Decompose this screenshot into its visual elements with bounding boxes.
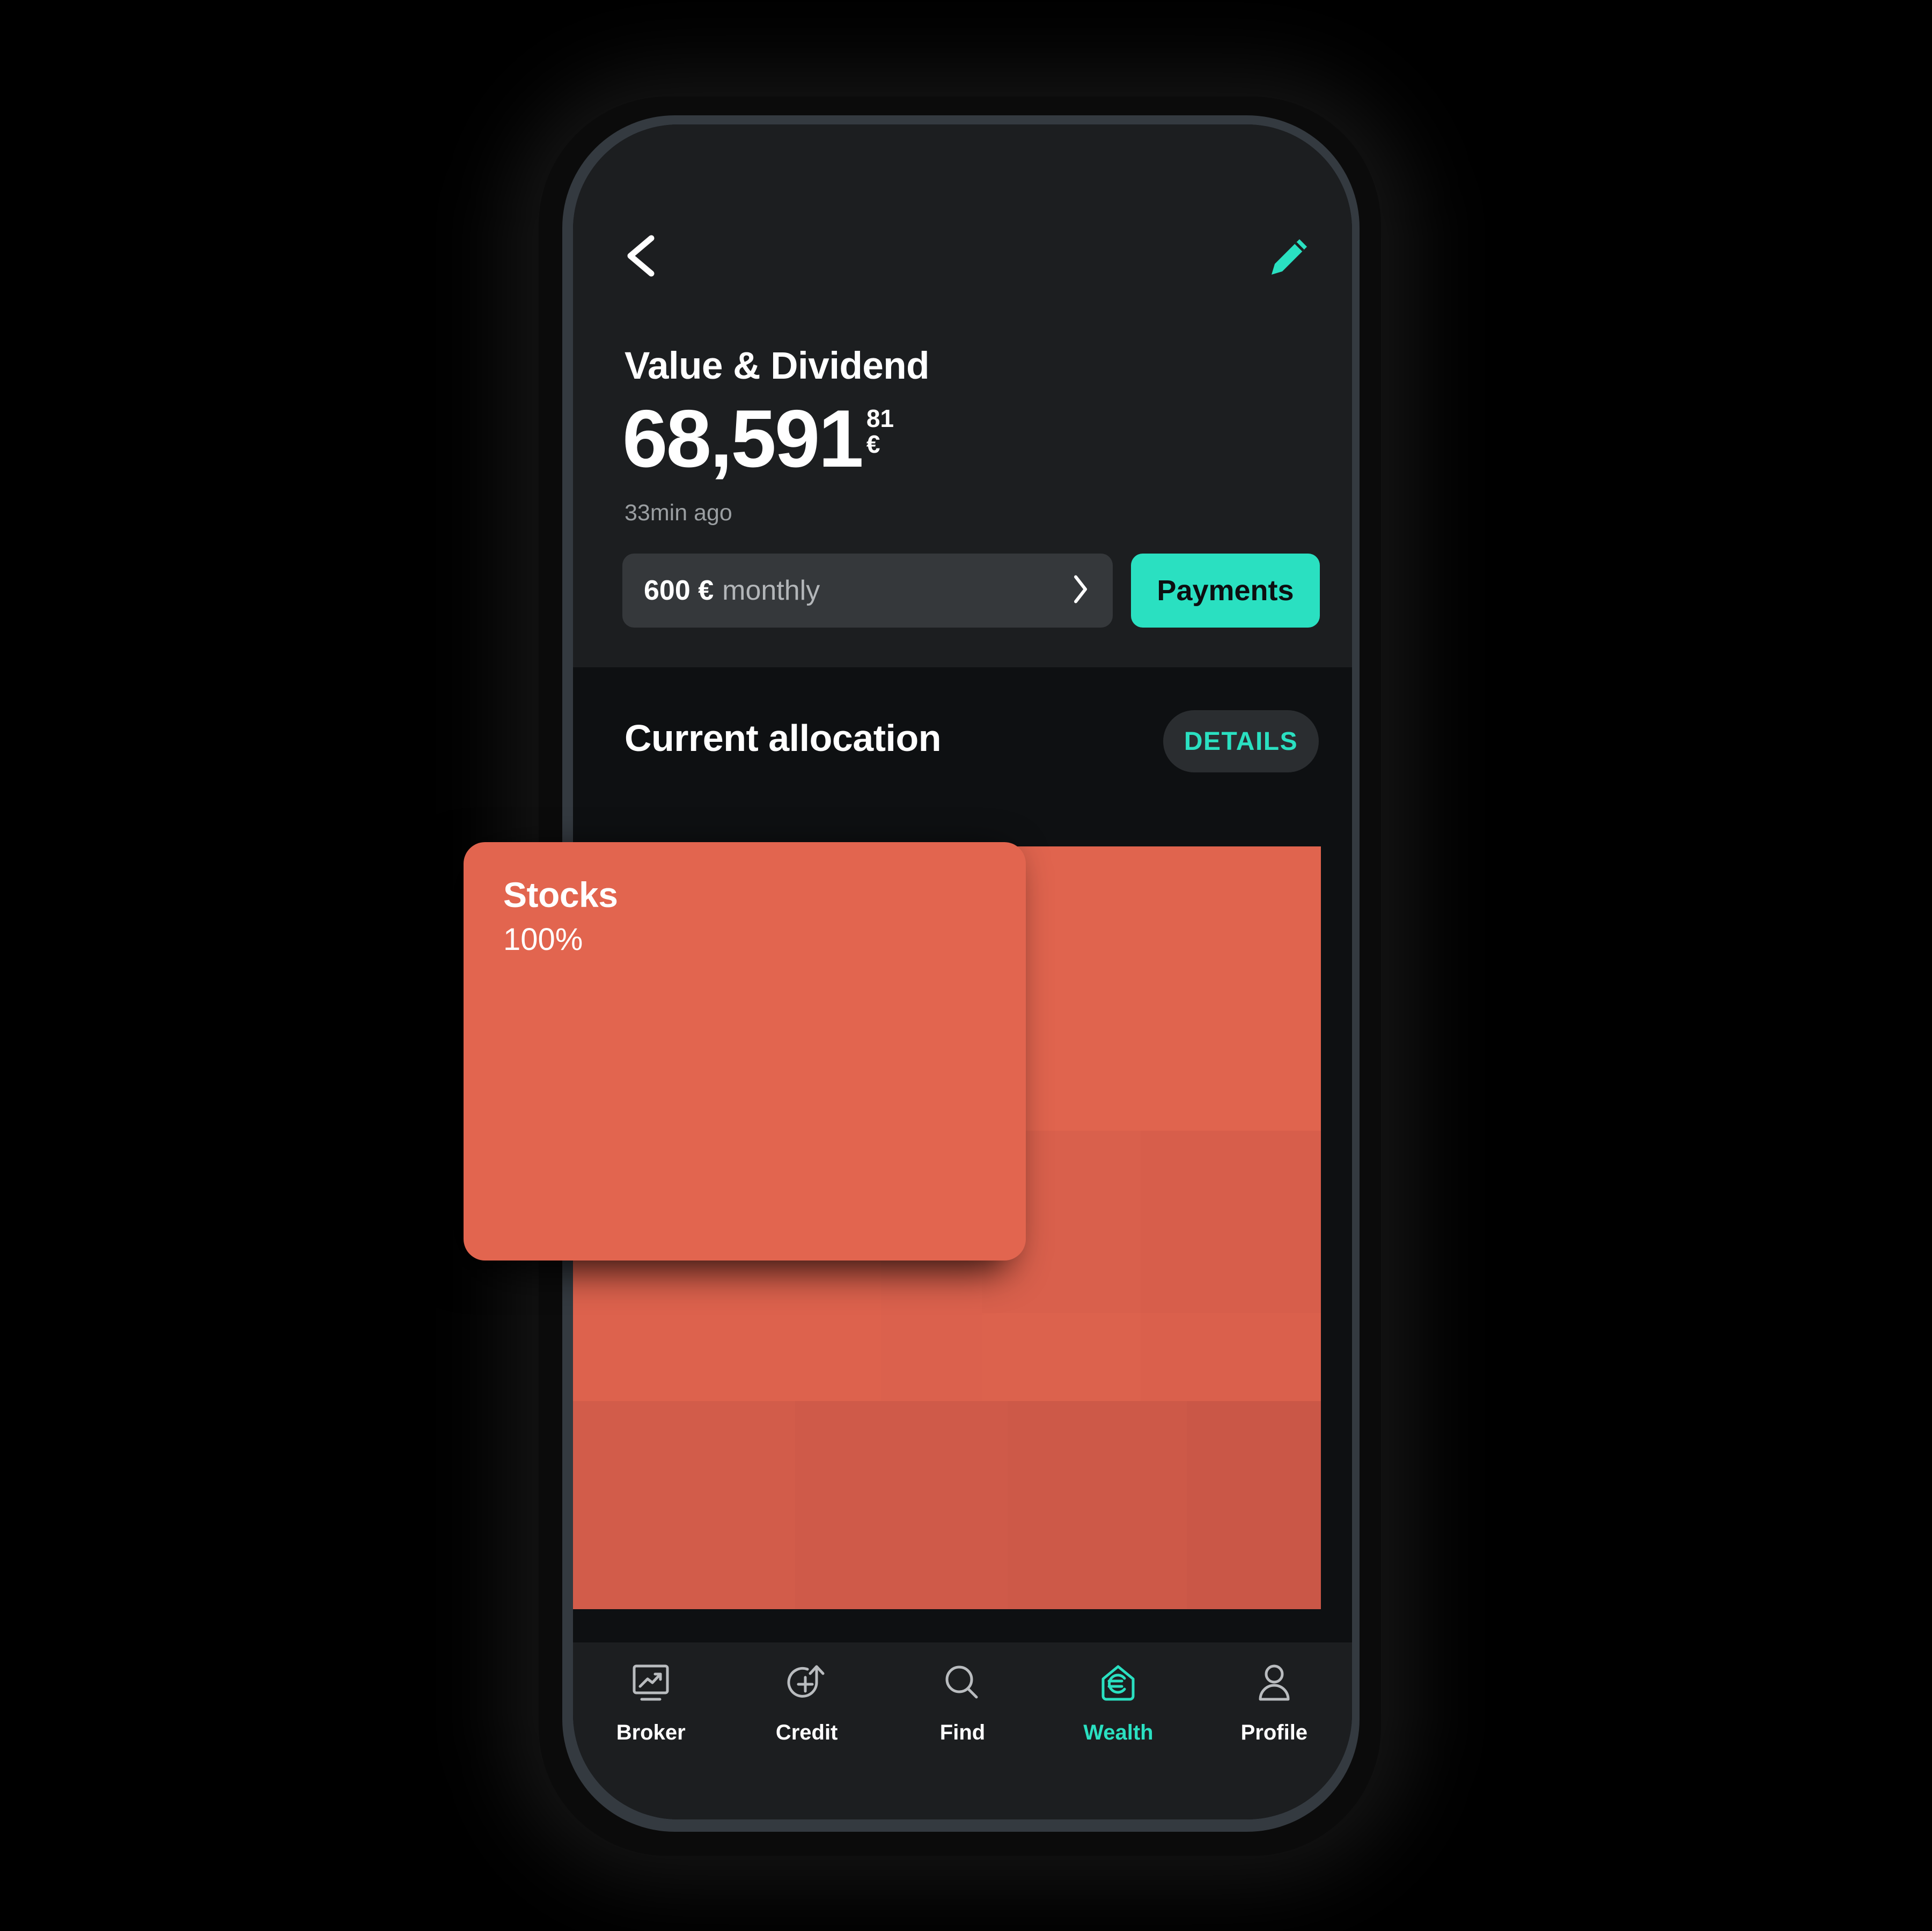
nav-item-profile[interactable]: Profile bbox=[1196, 1660, 1352, 1745]
house-euro-icon bbox=[1094, 1660, 1142, 1709]
allocation-title: Current allocation bbox=[625, 717, 941, 759]
edit-button[interactable] bbox=[1259, 229, 1318, 288]
details-button-label: DETAILS bbox=[1184, 727, 1298, 756]
balance-cents: 81 bbox=[866, 404, 894, 432]
back-button[interactable] bbox=[613, 226, 672, 285]
nav-label-find: Find bbox=[939, 1721, 986, 1744]
allocation-section-header: Current allocation DETAILS bbox=[573, 710, 1352, 796]
details-button[interactable]: DETAILS bbox=[1163, 710, 1319, 772]
treemap-tile[interactable] bbox=[1187, 1401, 1321, 1609]
person-icon bbox=[1251, 1660, 1298, 1709]
last-updated-text: 33min ago bbox=[625, 500, 732, 526]
nav-item-wealth[interactable]: Wealth bbox=[1040, 1660, 1196, 1745]
treemap-tile[interactable] bbox=[982, 846, 1321, 1131]
portfolio-header-panel: Value & Dividend 68,591 81 € 33min ago 6… bbox=[573, 124, 1352, 667]
circle-plus-arrow-icon bbox=[783, 1660, 831, 1709]
chevron-right-icon bbox=[1070, 573, 1091, 609]
treemap-tile[interactable] bbox=[1008, 1401, 1187, 1609]
stocks-card-title: Stocks bbox=[503, 875, 618, 915]
plan-period: monthly bbox=[722, 575, 820, 606]
bottom-navigation-bar: Broker Credit Find Wealth Profile bbox=[573, 1642, 1352, 1819]
nav-item-broker[interactable]: Broker bbox=[573, 1660, 729, 1745]
balance-amount: 68,591 bbox=[622, 393, 864, 484]
payments-button[interactable]: Payments bbox=[1131, 554, 1320, 628]
savings-plan-selector[interactable]: 600 € monthly bbox=[622, 554, 1113, 628]
top-bar bbox=[573, 226, 1352, 291]
treemap-tile[interactable] bbox=[1141, 1313, 1321, 1401]
payments-button-label: Payments bbox=[1157, 574, 1294, 607]
stocks-card-percent: 100% bbox=[503, 922, 583, 957]
stocks-allocation-card[interactable]: Stocks 100% bbox=[464, 842, 1026, 1261]
page-title: Value & Dividend bbox=[625, 345, 930, 387]
treemap-tile[interactable] bbox=[795, 1401, 1008, 1609]
nav-label-profile: Profile bbox=[1240, 1721, 1308, 1744]
search-icon bbox=[939, 1660, 986, 1709]
nav-label-credit: Credit bbox=[775, 1721, 838, 1744]
balance-display: 68,591 81 € bbox=[622, 398, 894, 480]
treemap-tile[interactable] bbox=[982, 1313, 1141, 1401]
chevron-left-icon bbox=[627, 235, 655, 277]
monitor-trend-icon bbox=[627, 1660, 674, 1709]
balance-currency: € bbox=[866, 430, 880, 459]
balance-suffix: 81 € bbox=[866, 406, 894, 458]
nav-label-wealth: Wealth bbox=[1083, 1721, 1154, 1744]
plan-amount: 600 € bbox=[644, 575, 714, 606]
nav-item-credit[interactable]: Credit bbox=[729, 1660, 884, 1745]
treemap-tile[interactable] bbox=[1141, 1131, 1321, 1313]
pencil-icon bbox=[1272, 239, 1307, 275]
nav-label-broker: Broker bbox=[616, 1721, 686, 1744]
action-row: 600 € monthly Payments bbox=[622, 554, 1320, 628]
treemap-tile[interactable] bbox=[573, 1401, 795, 1609]
nav-item-find[interactable]: Find bbox=[885, 1660, 1040, 1745]
